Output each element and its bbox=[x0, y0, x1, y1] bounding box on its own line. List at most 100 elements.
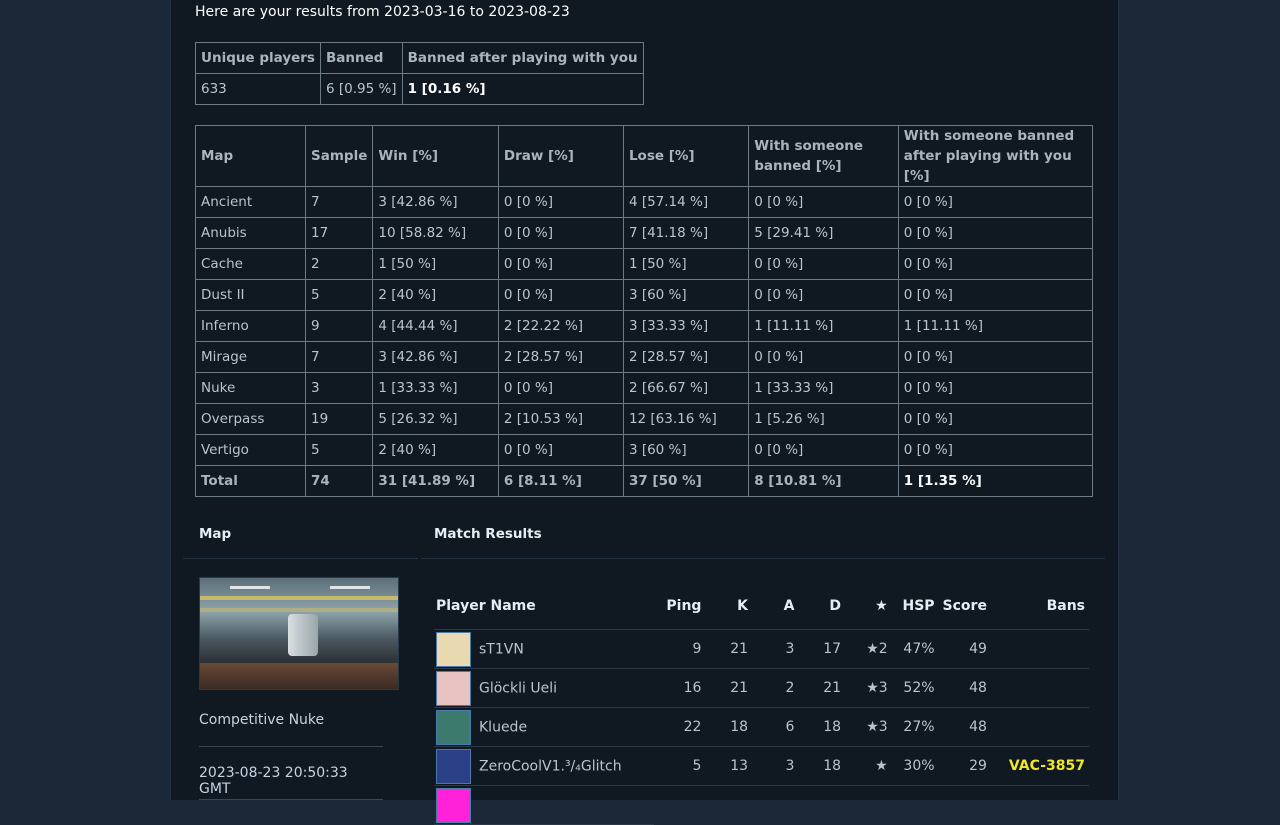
map-row: Anubis 17 10 [58.82 %] 0 [0 %] 7 [41.18 %] 5 … bbox=[194, 217, 1094, 249]
player-d: 21 bbox=[798, 668, 846, 708]
player-avatar[interactable] bbox=[436, 748, 471, 784]
map-cell: 5 bbox=[305, 434, 374, 466]
player-avatar[interactable] bbox=[436, 709, 471, 745]
map-total-cell: 74 bbox=[305, 465, 374, 497]
player-name-link[interactable]: Kluede bbox=[479, 719, 527, 735]
player-bans: VAC-3857 bbox=[990, 746, 1089, 786]
map-row: Dust II 5 2 [40 %] 0 [0 %] 3 [60 %] 0 [0 %] 0 … bbox=[194, 279, 1094, 311]
map-table-header: Sample bbox=[305, 125, 374, 187]
map-stats-table: Map Sample Win [%] Draw [%] Lose [%] With som… bbox=[194, 125, 1094, 497]
player-a: 2 bbox=[752, 668, 799, 708]
player-mvp: ★ bbox=[845, 746, 892, 786]
map-total-cell: Total bbox=[194, 465, 307, 497]
player-mvp: ★2 bbox=[845, 629, 892, 669]
map-cell: 2 [10.53 %] bbox=[497, 403, 624, 435]
map-cell: 2 [28.57 %] bbox=[497, 341, 624, 373]
player-bans bbox=[990, 707, 1089, 747]
player-k: 18 bbox=[705, 707, 753, 747]
map-cell: 0 [0 %] bbox=[748, 279, 899, 311]
map-cell: Nuke bbox=[194, 372, 307, 404]
player-score: 49 bbox=[938, 629, 991, 669]
map-cell: 7 bbox=[305, 341, 374, 373]
player-score: 48 bbox=[938, 707, 991, 747]
player-table-header: HSP bbox=[891, 582, 939, 630]
map-total-cell: 31 [41.89 %] bbox=[372, 465, 499, 497]
player-avatar[interactable] bbox=[436, 631, 471, 667]
player-hsp: 27% bbox=[891, 707, 939, 747]
player-mvp: ★3 bbox=[845, 707, 892, 747]
player-name-cell: ZeroCoolV1.³/₄Glitch bbox=[434, 746, 654, 786]
player-table-header: Bans bbox=[990, 582, 1089, 630]
map-cell: 0 [0 %] bbox=[748, 434, 899, 466]
map-cell: 0 [0 %] bbox=[748, 248, 899, 280]
player-table-header: D bbox=[798, 582, 846, 630]
player-ping: 16 bbox=[653, 668, 706, 708]
map-cell: 2 [66.67 %] bbox=[622, 372, 750, 404]
player-avatar[interactable] bbox=[436, 670, 471, 706]
match-heading-label: Match Results bbox=[434, 526, 542, 542]
player-hsp: 47% bbox=[891, 629, 939, 669]
map-row: Overpass 19 5 [26.32 %] 2 [10.53 %] 12 [63.1… bbox=[194, 403, 1094, 435]
player-mvp: ★3 bbox=[845, 668, 892, 708]
map-cell: 3 [60 %] bbox=[622, 434, 750, 466]
map-cell: 0 [0 %] bbox=[497, 434, 624, 466]
player-table-header: ★ bbox=[845, 582, 892, 630]
player-ping: 9 bbox=[653, 629, 706, 669]
map-cell: 7 bbox=[305, 186, 374, 218]
player-score: 29 bbox=[938, 746, 991, 786]
map-cell: 1 [50 %] bbox=[372, 248, 499, 280]
map-row: Cache 2 1 [50 %] 0 [0 %] 1 [50 %] 0 [0 %] 0 [0… bbox=[194, 248, 1094, 280]
player-row: Glöckli Ueli 16 21 2 21 ★3 52% 48 bbox=[434, 668, 1089, 708]
player-k: 21 bbox=[705, 629, 753, 669]
player-avatar[interactable] bbox=[436, 787, 471, 823]
map-cell: 0 [0 %] bbox=[897, 341, 1094, 373]
map-total-cell: 6 [8.11 %] bbox=[497, 465, 624, 497]
map-cell: 0 [0 %] bbox=[497, 372, 624, 404]
player-ping: 22 bbox=[653, 707, 706, 747]
map-cell: Inferno bbox=[194, 310, 307, 342]
map-row: Inferno 9 4 [44.44 %] 2 [22.22 %] 3 [33.33 %… bbox=[194, 310, 1094, 342]
player-hsp: 52% bbox=[891, 668, 939, 708]
map-table-header: Lose [%] bbox=[622, 125, 750, 187]
player-a: 3 bbox=[752, 629, 799, 669]
player-table-header: Player Name bbox=[434, 582, 654, 630]
map-cell: 3 [42.86 %] bbox=[372, 341, 499, 373]
map-row: Mirage 7 3 [42.86 %] 2 [28.57 %] 2 [28.57 %]… bbox=[194, 341, 1094, 373]
results-intro: Here are your results from 2023-03-16 to… bbox=[195, 4, 570, 20]
player-row: Kluede 22 18 6 18 ★3 27% 48 bbox=[434, 707, 1089, 747]
player-a: 3 bbox=[752, 746, 799, 786]
player-name-link[interactable]: Glöckli Ueli bbox=[479, 680, 557, 696]
map-cell: 3 [42.86 %] bbox=[372, 186, 499, 218]
map-cell: 0 [0 %] bbox=[897, 434, 1094, 466]
map-cell: 7 [41.18 %] bbox=[622, 217, 750, 249]
summary-table: Unique players Banned Banned after playi… bbox=[195, 42, 644, 105]
map-heading-label: Map bbox=[199, 526, 232, 542]
map-cell: Ancient bbox=[194, 186, 307, 218]
player-name-link[interactable]: ZeroCoolV1.³/₄Glitch bbox=[479, 758, 622, 774]
player-name-link[interactable]: sT1VN bbox=[479, 641, 524, 657]
map-table-header: Map bbox=[194, 125, 307, 187]
player-d: 18 bbox=[798, 746, 846, 786]
map-cell: 17 bbox=[305, 217, 374, 249]
results-panel: Here are your results from 2023-03-16 to… bbox=[170, 0, 1119, 825]
map-row: Ancient 7 3 [42.86 %] 0 [0 %] 4 [57.14 %] 0 [… bbox=[194, 186, 1094, 218]
map-cell: 5 [26.32 %] bbox=[372, 403, 499, 435]
player-row: sT1VN 9 21 3 17 ★2 47% 49 bbox=[434, 629, 1089, 669]
banned-after-value: 1 [0.16 %] bbox=[401, 73, 644, 105]
map-cell: 0 [0 %] bbox=[497, 279, 624, 311]
map-cell: 0 [0 %] bbox=[897, 372, 1094, 404]
map-cell: Mirage bbox=[194, 341, 307, 373]
player-name-cell: sT1VN bbox=[434, 629, 654, 669]
map-cell: 1 [11.11 %] bbox=[897, 310, 1094, 342]
player-table-header: Score bbox=[938, 582, 991, 630]
player-a: 6 bbox=[752, 707, 799, 747]
map-cell: 1 [11.11 %] bbox=[748, 310, 899, 342]
map-cell: 2 [28.57 %] bbox=[622, 341, 750, 373]
map-cell: 1 [50 %] bbox=[622, 248, 750, 280]
map-cell: 0 [0 %] bbox=[748, 186, 899, 218]
summary-header: Banned bbox=[319, 42, 403, 74]
player-row: ZeroCoolV1.³/₄Glitch 5 13 3 18 ★ 30% 29 VAC-3857 bbox=[434, 746, 1089, 786]
map-cell: 0 [0 %] bbox=[897, 279, 1094, 311]
map-table-header: Draw [%] bbox=[497, 125, 624, 187]
map-cell: 1 [5.26 %] bbox=[748, 403, 899, 435]
